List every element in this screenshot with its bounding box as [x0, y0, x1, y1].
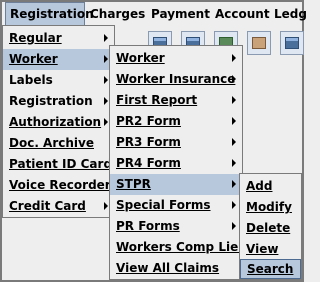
stpr-item-view[interactable]: View [240, 239, 301, 260]
submenu-item-first-report[interactable]: First Report [110, 90, 242, 111]
submenu-item-pr4-form-label: PR4 Form [116, 156, 181, 170]
menu-item-worker[interactable]: Worker [3, 49, 114, 70]
submenu-arrow-icon [232, 54, 236, 62]
stpr-submenu: Add Modify Delete View Search [239, 173, 302, 280]
menu-item-doc-archive-label: Doc. Archive [9, 136, 94, 150]
menu-account-label: Account [215, 7, 270, 21]
menu-item-regular[interactable]: Regular [3, 28, 114, 49]
stpr-item-modify-label: Modify [246, 200, 292, 214]
submenu-item-pr-forms[interactable]: PR Forms [110, 216, 242, 237]
menu-payment-label: Payment [151, 7, 210, 21]
toolbar-window-icon[interactable] [280, 31, 304, 55]
menu-item-registration-label: Registration [9, 94, 93, 108]
submenu-arrow-icon [104, 34, 108, 42]
submenu-item-worker[interactable]: Worker [110, 48, 242, 69]
submenu-arrow-icon [104, 202, 108, 210]
submenu-arrow-icon [232, 96, 236, 104]
stpr-item-add-label: Add [246, 179, 273, 193]
toolbar-user-icon[interactable] [247, 31, 271, 55]
menu-item-labels[interactable]: Labels [3, 70, 114, 91]
menu-item-doc-archive[interactable]: Doc. Archive [3, 133, 114, 154]
submenu-arrow-icon [104, 97, 108, 105]
submenu-arrow-icon [232, 159, 236, 167]
submenu-arrow-icon [232, 201, 236, 209]
submenu-item-view-all-claims[interactable]: View All Claims [110, 258, 242, 279]
calculator-bar [187, 38, 199, 41]
calendar-bar [154, 38, 166, 41]
menu-registration-label: Registration [10, 7, 94, 21]
menu-payment[interactable]: Payment [151, 2, 210, 26]
menu-ledger[interactable]: Ledg [274, 2, 307, 26]
menu-item-patient-id-card[interactable]: Patient ID Card [3, 154, 114, 175]
menu-account[interactable]: Account [215, 2, 270, 26]
submenu-item-pr4-form[interactable]: PR4 Form [110, 153, 242, 174]
menu-charges-label: Charges [90, 7, 146, 21]
submenu-item-worker-insurance-label: Worker Insurance [116, 72, 236, 86]
menu-item-voice-recorder[interactable]: Voice Recorder [3, 175, 114, 196]
submenu-item-pr2-form[interactable]: PR2 Form [110, 111, 242, 132]
menu-item-authorization[interactable]: Authorization [3, 112, 114, 133]
submenu-arrow-icon [232, 138, 236, 146]
stpr-item-view-label: View [246, 242, 279, 256]
menu-registration[interactable]: Registration [5, 2, 94, 26]
submenu-arrow-icon [232, 180, 236, 188]
stpr-item-modify[interactable]: Modify [240, 197, 301, 218]
menu-charges[interactable]: Charges [90, 2, 145, 26]
submenu-arrow-icon [104, 55, 108, 63]
submenu-arrow-icon [104, 76, 108, 84]
submenu-item-first-report-label: First Report [116, 93, 198, 107]
stpr-item-search[interactable]: Search [240, 259, 301, 279]
submenu-arrow-icon [104, 118, 108, 126]
submenu-arrow-icon [232, 75, 236, 83]
menu-item-voice-recorder-label: Voice Recorder [9, 178, 111, 192]
user-icon [252, 37, 266, 49]
submenu-arrow-icon [232, 222, 236, 230]
submenu-item-stpr[interactable]: STPR [110, 174, 242, 195]
stpr-item-delete[interactable]: Delete [240, 218, 301, 239]
submenu-item-view-all-claims-label: View All Claims [116, 261, 220, 275]
submenu-arrow-icon [232, 117, 236, 125]
submenu-item-pr3-form-label: PR3 Form [116, 135, 181, 149]
menu-item-credit-card-label: Credit Card [9, 199, 86, 213]
worker-submenu: Worker Worker Insurance First Report PR2… [109, 45, 247, 280]
stpr-item-delete-label: Delete [246, 221, 291, 235]
submenu-item-worker-insurance[interactable]: Worker Insurance [110, 69, 242, 90]
menu-item-worker-label: Worker [9, 52, 58, 66]
submenu-item-stpr-label: STPR [116, 177, 151, 191]
menu-bar: Registration Charges Payment Account Led… [2, 2, 307, 26]
menu-item-patient-id-card-label: Patient ID Card [9, 157, 113, 171]
submenu-item-workers-comp-lien[interactable]: Workers Comp Lien [110, 237, 247, 258]
submenu-item-pr-forms-label: PR Forms [116, 219, 180, 233]
submenu-item-worker-label: Worker [116, 51, 165, 65]
menu-item-labels-label: Labels [9, 73, 53, 87]
menu-item-authorization-label: Authorization [9, 115, 102, 129]
menu-ledger-label: Ledg [274, 7, 307, 21]
submenu-item-pr3-form[interactable]: PR3 Form [110, 132, 242, 153]
submenu-item-special-forms[interactable]: Special Forms [110, 195, 242, 216]
menu-item-regular-label: Regular [9, 31, 62, 45]
stpr-item-add[interactable]: Add [240, 176, 301, 197]
submenu-item-workers-comp-lien-label: Workers Comp Lien [116, 240, 247, 254]
menu-item-registration[interactable]: Registration [3, 91, 114, 112]
stpr-item-search-label: Search [247, 262, 294, 276]
submenu-item-special-forms-label: Special Forms [116, 198, 211, 212]
registration-menu: Regular Worker Labels Registration Autho… [2, 25, 115, 218]
submenu-item-pr2-form-label: PR2 Form [116, 114, 181, 128]
window-bar [286, 38, 298, 41]
menu-item-credit-card[interactable]: Credit Card [3, 196, 114, 217]
